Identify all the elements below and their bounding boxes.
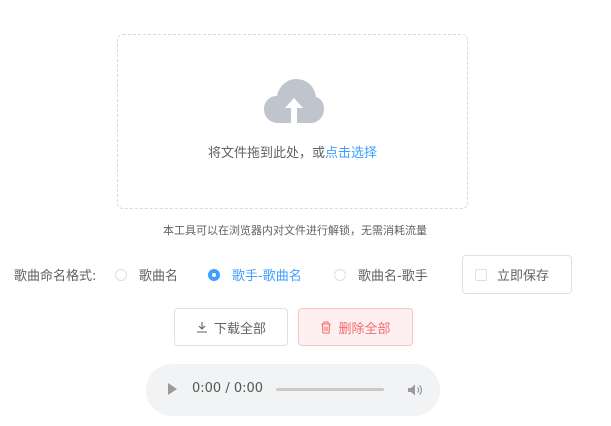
time-display: 0:00 / 0:00	[192, 381, 264, 396]
upload-dropzone[interactable]: 将文件拖到此处，或点击选择	[117, 34, 468, 209]
radio-label: 歌曲名	[139, 269, 179, 284]
upload-hint-text: 将文件拖到此处，或	[207, 146, 325, 161]
tool-tip: 本工具可以在浏览器内对文件进行解锁，无需消耗流量	[163, 224, 427, 237]
delete-all-button[interactable]: 删除全部	[298, 308, 413, 346]
naming-format-label: 歌曲命名格式:	[14, 269, 97, 284]
radio-circle[interactable]	[115, 268, 127, 281]
radio-circle[interactable]	[208, 268, 220, 281]
radio-label: 歌手-歌曲名	[232, 269, 302, 284]
save-immediately-label: 立即保存	[497, 269, 550, 284]
save-immediately-checkbox[interactable]: 立即保存	[462, 255, 572, 294]
radio-artist-song[interactable]: 歌手-歌曲名	[208, 265, 302, 284]
radio-circle[interactable]	[334, 268, 346, 281]
radio-song-artist[interactable]: 歌曲名-歌手	[334, 265, 428, 284]
upload-hint: 将文件拖到此处，或点击选择	[118, 142, 467, 161]
audio-player: 0:00 / 0:00	[146, 364, 440, 416]
checkbox-square[interactable]	[475, 268, 487, 281]
radio-label: 歌曲名-歌手	[358, 269, 428, 284]
page: 将文件拖到此处，或点击选择 本工具可以在浏览器内对文件进行解锁，无需消耗流量 歌…	[0, 0, 611, 426]
play-icon[interactable]	[168, 383, 177, 395]
delete-all-label: 删除全部	[338, 321, 391, 337]
radio-song-name[interactable]: 歌曲名	[115, 265, 178, 284]
select-file-link[interactable]: 点击选择	[325, 146, 377, 161]
download-all-button[interactable]: 下载全部	[174, 308, 288, 346]
cloud-upload-icon	[264, 79, 324, 123]
trash-icon	[320, 320, 332, 334]
download-icon	[196, 321, 208, 333]
volume-icon[interactable]	[406, 381, 424, 399]
download-all-label: 下载全部	[213, 321, 266, 337]
progress-bar[interactable]	[276, 388, 384, 391]
